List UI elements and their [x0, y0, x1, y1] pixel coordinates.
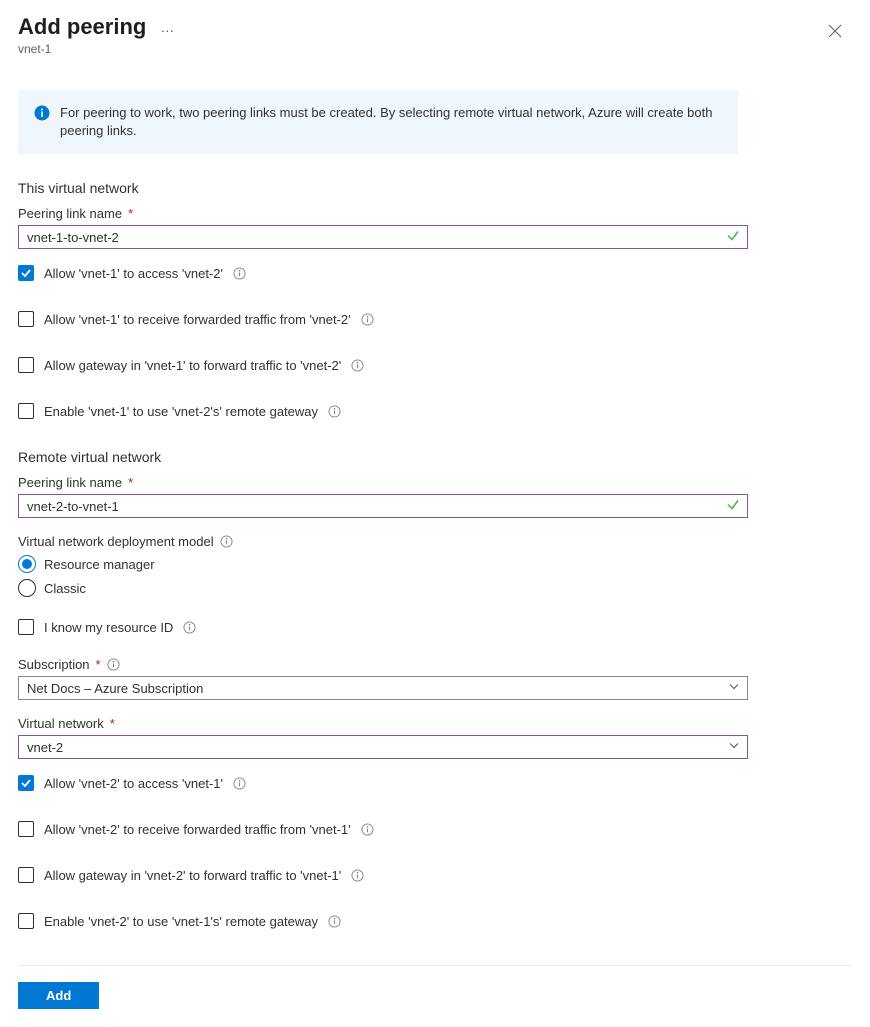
- checkbox-label: I know my resource ID: [44, 620, 173, 635]
- info-icon[interactable]: [328, 405, 341, 418]
- valid-check-icon: [726, 498, 740, 515]
- required-indicator: *: [110, 716, 115, 731]
- radio[interactable]: [18, 555, 36, 573]
- more-icon[interactable]: …: [160, 20, 174, 34]
- this-link-name-input[interactable]: [18, 225, 748, 249]
- checkbox-label: Allow gateway in 'vnet-2' to forward tra…: [44, 868, 341, 883]
- checkbox-label: Allow 'vnet-1' to receive forwarded traf…: [44, 312, 351, 327]
- required-indicator: *: [128, 206, 133, 221]
- this-link-name-label: Peering link name*: [18, 206, 852, 221]
- checkbox[interactable]: [18, 357, 34, 373]
- subscription-value: Net Docs – Azure Subscription: [27, 681, 203, 696]
- this-opt-1[interactable]: Allow 'vnet-1' to receive forwarded traf…: [18, 311, 852, 327]
- info-icon[interactable]: [233, 267, 246, 280]
- this-opt-0[interactable]: Allow 'vnet-1' to access 'vnet-2': [18, 265, 852, 281]
- info-icon[interactable]: [183, 621, 196, 634]
- checkbox[interactable]: [18, 265, 34, 281]
- checkbox-label: Allow 'vnet-1' to access 'vnet-2': [44, 266, 223, 281]
- info-icon[interactable]: [351, 869, 364, 882]
- vnet-label: Virtual network*: [18, 716, 852, 731]
- subscription-label: Subscription*: [18, 657, 852, 672]
- info-icon[interactable]: [328, 915, 341, 928]
- checkbox-label: Enable 'vnet-1' to use 'vnet-2's' remote…: [44, 404, 318, 419]
- info-banner: For peering to work, two peering links m…: [18, 90, 738, 154]
- radio-classic[interactable]: Classic: [18, 579, 852, 597]
- info-icon: [34, 105, 50, 140]
- valid-check-icon: [726, 229, 740, 246]
- remote-link-name-label: Peering link name*: [18, 475, 852, 490]
- know-resource-id[interactable]: I know my resource ID: [18, 619, 852, 635]
- checkbox-label: Allow 'vnet-2' to receive forwarded traf…: [44, 822, 351, 837]
- radio-label: Resource manager: [44, 557, 155, 572]
- remote-opt-1[interactable]: Allow 'vnet-2' to receive forwarded traf…: [18, 821, 852, 837]
- deploy-model-label: Virtual network deployment model: [18, 534, 852, 549]
- subscription-select[interactable]: Net Docs – Azure Subscription: [18, 676, 748, 700]
- required-indicator: *: [96, 657, 101, 672]
- radio-resource-manager[interactable]: Resource manager: [18, 555, 852, 573]
- this-network-section-title: This virtual network: [18, 180, 852, 196]
- info-icon[interactable]: [361, 823, 374, 836]
- checkbox[interactable]: [18, 619, 34, 635]
- close-icon: [828, 24, 842, 38]
- vnet-select[interactable]: vnet-2: [18, 735, 748, 759]
- remote-opt-2[interactable]: Allow gateway in 'vnet-2' to forward tra…: [18, 867, 852, 883]
- checkbox-label: Allow gateway in 'vnet-1' to forward tra…: [44, 358, 341, 373]
- checkbox[interactable]: [18, 867, 34, 883]
- vnet-value: vnet-2: [27, 740, 63, 755]
- info-message: For peering to work, two peering links m…: [60, 104, 722, 140]
- info-icon[interactable]: [233, 777, 246, 790]
- info-icon[interactable]: [351, 359, 364, 372]
- checkbox-label: Enable 'vnet-2' to use 'vnet-1's' remote…: [44, 914, 318, 929]
- remote-opt-3[interactable]: Enable 'vnet-2' to use 'vnet-1's' remote…: [18, 913, 852, 929]
- checkbox[interactable]: [18, 913, 34, 929]
- add-button[interactable]: Add: [18, 982, 99, 1009]
- required-indicator: *: [128, 475, 133, 490]
- checkbox-label: Allow 'vnet-2' to access 'vnet-1': [44, 776, 223, 791]
- chevron-down-icon: [728, 681, 740, 696]
- checkbox[interactable]: [18, 821, 34, 837]
- remote-link-name-input[interactable]: [18, 494, 748, 518]
- checkbox[interactable]: [18, 403, 34, 419]
- chevron-down-icon: [728, 740, 740, 755]
- info-icon[interactable]: [220, 535, 233, 548]
- checkbox[interactable]: [18, 311, 34, 327]
- page-title: Add peering: [18, 14, 146, 40]
- this-opt-3[interactable]: Enable 'vnet-1' to use 'vnet-2's' remote…: [18, 403, 852, 419]
- remote-opt-0[interactable]: Allow 'vnet-2' to access 'vnet-1': [18, 775, 852, 791]
- radio-label: Classic: [44, 581, 86, 596]
- close-button[interactable]: [824, 20, 846, 42]
- checkbox[interactable]: [18, 775, 34, 791]
- page-subtitle: vnet-1: [18, 42, 174, 56]
- this-opt-2[interactable]: Allow gateway in 'vnet-1' to forward tra…: [18, 357, 852, 373]
- remote-network-section-title: Remote virtual network: [18, 449, 852, 465]
- info-icon[interactable]: [107, 658, 120, 671]
- info-icon[interactable]: [361, 313, 374, 326]
- radio[interactable]: [18, 579, 36, 597]
